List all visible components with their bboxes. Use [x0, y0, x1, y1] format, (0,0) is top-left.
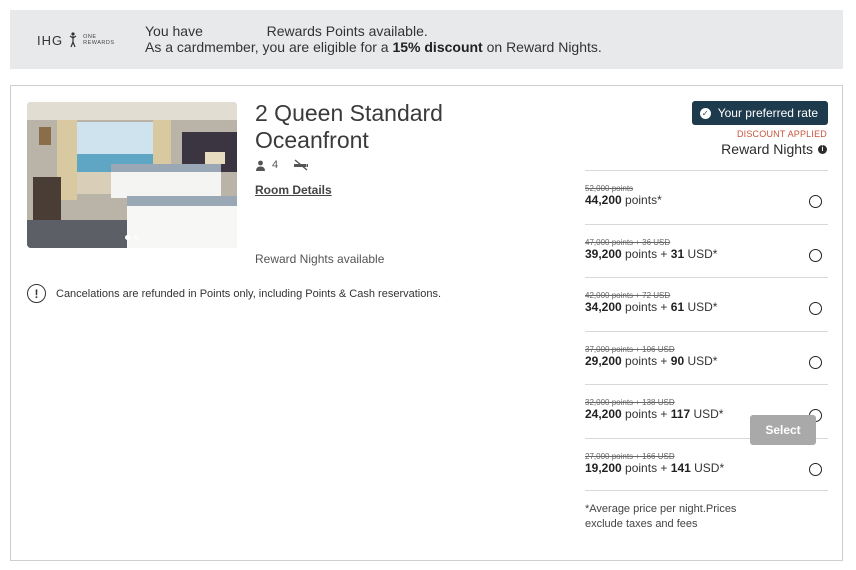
- rate-original-price: 52,000 points: [585, 184, 634, 193]
- logo-sub-rewards: REWARDS: [83, 40, 115, 46]
- room-photo-carousel[interactable]: [27, 102, 237, 248]
- select-button[interactable]: Select: [750, 415, 816, 445]
- room-photo: [27, 102, 237, 248]
- guest-count: 4: [272, 159, 279, 171]
- logo-text: IHG: [37, 32, 64, 48]
- reward-nights-title: Reward Nights i: [721, 141, 827, 157]
- rate-radio[interactable]: [809, 248, 822, 262]
- rate-original-price: 27,000 points + 166 USD: [585, 451, 675, 461]
- banner-line1-suffix: Rewards Points available.: [266, 23, 428, 39]
- cancel-policy: ! Cancelations are refunded in Points on…: [27, 284, 441, 303]
- rate-discounted-price: 39,200 points + 31 USD*: [585, 246, 718, 261]
- rate-discounted-price: 34,200 points + 61 USD*: [585, 300, 718, 314]
- room-amenities: 4: [255, 159, 310, 171]
- logo-figure-icon: [69, 32, 77, 48]
- room-title: 2 Queen Standard Oceanfront: [255, 100, 443, 153]
- preferred-rate-badge: ✓ Your preferred rate: [691, 101, 828, 125]
- rate-radio[interactable]: [809, 302, 822, 315]
- banner-message: You have Rewards Points available. As a …: [145, 23, 602, 55]
- preferred-rate-label: Your preferred rate: [717, 106, 818, 120]
- guest-icon: [256, 160, 265, 171]
- room-details-link[interactable]: Room Details: [255, 183, 332, 197]
- rate-discounted-price: 44,200 points*: [585, 193, 662, 207]
- carousel-dots: [27, 235, 237, 240]
- discount-applied-label: DISCOUNT APPLIED: [736, 129, 827, 139]
- banner-discount: 15% discount: [392, 39, 483, 55]
- rate-radio[interactable]: [809, 462, 822, 476]
- rewards-banner: IHG ONE REWARDS You have Rewards Points …: [10, 10, 843, 69]
- price-footnote: *Average price per night.Prices exclude …: [585, 503, 737, 530]
- rate-option[interactable]: 27,000 points + 166 USD 19,200 points + …: [585, 437, 828, 491]
- reward-nights-label: Reward Nights: [721, 141, 813, 157]
- ihg-one-rewards-logo: IHG ONE REWARDS: [37, 32, 115, 48]
- reward-nights-availability: Reward Nights available: [255, 252, 385, 266]
- cancel-policy-text: Cancelations are refunded in Points only…: [56, 287, 442, 300]
- info-icon[interactable]: i: [818, 144, 827, 154]
- rate-original-price: 37,000 points + 106 USD: [585, 344, 675, 354]
- carousel-dot-2[interactable]: [134, 235, 139, 240]
- rate-radio[interactable]: [809, 195, 822, 208]
- banner-line2-suffix: on Reward Nights.: [486, 39, 602, 55]
- rate-option[interactable]: 42,000 points + 72 USD 34,200 points + 6…: [585, 277, 828, 331]
- rate-original-price: 47,000 points + 36 USD: [585, 237, 671, 247]
- no-smoking-icon: [294, 159, 309, 171]
- rate-discounted-price: 29,200 points + 90 USD*: [585, 353, 718, 368]
- banner-line1-prefix: You have: [145, 23, 203, 39]
- room-card: 2 Queen Standard Oceanfront 4 Room Detai…: [10, 85, 843, 561]
- carousel-dot-1[interactable]: [125, 235, 130, 240]
- rate-radio[interactable]: [809, 355, 822, 369]
- banner-line2-prefix: As a cardmember, you are eligible for a: [145, 39, 389, 55]
- rate-discounted-price: 19,200 points + 141 USD*: [585, 460, 725, 475]
- rate-option[interactable]: 37,000 points + 106 USD 29,200 points + …: [585, 330, 828, 385]
- rate-option[interactable]: 47,000 points + 36 USD 39,200 points + 3…: [585, 223, 828, 278]
- alert-icon: !: [27, 284, 46, 303]
- check-icon: ✓: [699, 107, 711, 119]
- rate-option[interactable]: 52,000 points 44,200 points*: [585, 170, 828, 224]
- rate-original-price: 42,000 points + 72 USD: [585, 291, 671, 300]
- rate-original-price: 32,000 points + 138 USD: [585, 398, 675, 407]
